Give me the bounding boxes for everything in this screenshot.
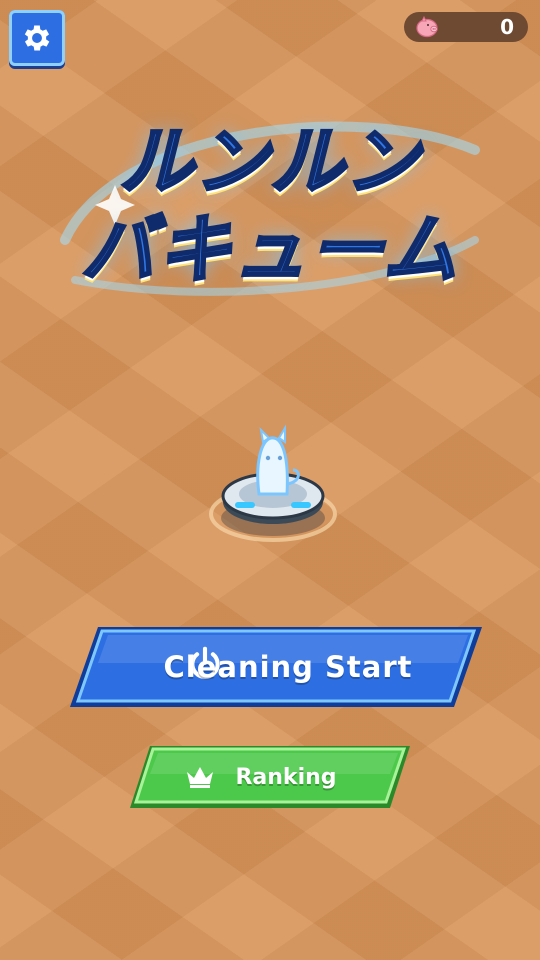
game-logo: ルンルン バキューム bbox=[55, 90, 485, 310]
robot-vacuum-character bbox=[205, 418, 341, 546]
cleaning-start-label: Cleaning Start bbox=[163, 650, 413, 684]
cleaning-start-button[interactable]: Cleaning Start bbox=[68, 625, 484, 709]
piggy-bank-icon bbox=[416, 15, 438, 38]
crown-icon bbox=[187, 767, 213, 788]
gear-icon bbox=[24, 25, 50, 51]
ranking-label: Ranking bbox=[235, 764, 337, 790]
settings-button[interactable] bbox=[9, 10, 65, 66]
coin-count: 0 bbox=[500, 15, 514, 39]
ranking-button[interactable]: Ranking bbox=[128, 744, 412, 810]
coin-counter: 0 bbox=[404, 12, 528, 42]
logo-title-line2: バキューム bbox=[80, 206, 459, 295]
